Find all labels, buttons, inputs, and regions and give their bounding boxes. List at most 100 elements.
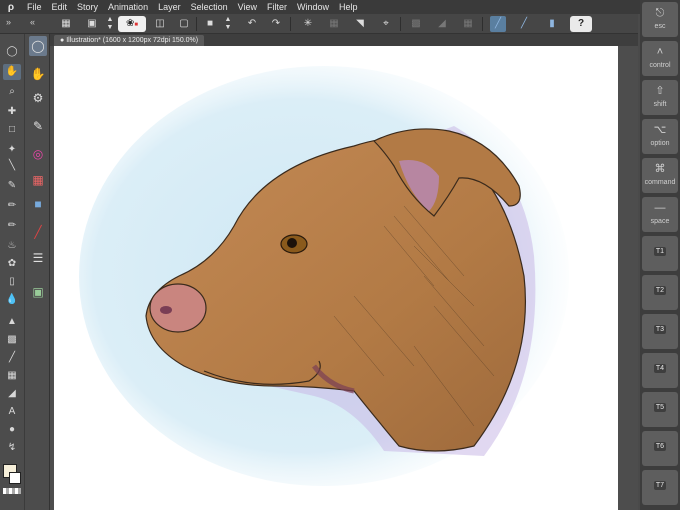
transform-icon[interactable]: ▦ (326, 16, 342, 32)
menu-layer[interactable]: Layer (153, 2, 186, 12)
stepper-icon[interactable]: ▲ ▼ (102, 16, 118, 32)
space-key[interactable]: — space (642, 197, 678, 232)
menu-selection[interactable]: Selection (186, 2, 233, 12)
space-icon: — (654, 202, 666, 214)
intermediate-color-icon[interactable]: ■ (29, 194, 47, 214)
pen-snap-icon[interactable]: ╱ (516, 16, 532, 32)
t1-key[interactable]: T1 (642, 236, 678, 271)
eyedropper-icon[interactable]: ╲ (3, 158, 21, 174)
esc-key[interactable]: ⎋ esc (642, 2, 678, 37)
crop-icon[interactable]: ⌖ (378, 16, 394, 32)
menu-filter[interactable]: Filter (262, 2, 292, 12)
figure-icon[interactable]: ╱ (3, 350, 21, 366)
ruler-icon[interactable]: ◢ (3, 386, 21, 402)
esc-key-label: esc (654, 23, 666, 30)
menu-edit[interactable]: Edit (47, 2, 73, 12)
frame-icon[interactable]: ▦ (3, 368, 21, 384)
t6-key[interactable]: T6 (642, 431, 678, 466)
selection-icon[interactable]: □ (3, 122, 21, 138)
grid-icon[interactable]: ▦ (58, 16, 74, 32)
balloon-icon[interactable]: ● (3, 422, 21, 438)
hand-icon[interactable]: ✋ (3, 64, 21, 80)
command-key[interactable]: ⌘ command (642, 158, 678, 193)
clear-icon[interactable]: ◥ (352, 16, 368, 32)
t3-key[interactable]: T3 (642, 314, 678, 349)
brush-snap-icon[interactable]: ▮ (544, 16, 560, 32)
option-key[interactable]: ⌥ option (642, 119, 678, 154)
lasso-icon[interactable]: ❀■ (118, 16, 146, 32)
save-icon[interactable]: ■ (202, 16, 218, 32)
t3-key-label: T3 (653, 325, 667, 334)
t2-key[interactable]: T2 (642, 275, 678, 310)
eraser-icon[interactable]: ▯ (3, 274, 21, 290)
t5-key[interactable]: T5 (642, 392, 678, 427)
command-key-label: command (644, 179, 676, 186)
move-icon[interactable]: ✚ (3, 104, 21, 120)
sub-color-swatch[interactable] (9, 472, 21, 484)
t4-key[interactable]: T4 (642, 353, 678, 388)
menu-window[interactable]: Window (292, 2, 334, 12)
ruler-snap-icon[interactable]: ╱ (490, 16, 506, 32)
toolbar-separator (196, 17, 197, 31)
material-icon[interactable]: ▣ (29, 282, 47, 302)
rule-icon[interactable]: ▦ (460, 16, 476, 32)
color-wheel-icon[interactable]: ◎ (29, 144, 47, 164)
t7-key-label: T7 (653, 481, 667, 490)
control-icon: ˄ (656, 46, 664, 58)
transparent-color-icon[interactable] (3, 488, 21, 494)
pen-icon[interactable]: ✎ (3, 178, 21, 194)
correct-line-icon[interactable]: ↯ (3, 440, 21, 456)
gradient-icon[interactable]: ▩ (3, 332, 21, 348)
tool-panel-header: » « (0, 14, 50, 34)
menu-animation[interactable]: Animation (103, 2, 153, 12)
color-set-icon[interactable]: ▦ (29, 170, 47, 190)
new-icon[interactable]: ◫ (152, 16, 168, 32)
control-key[interactable]: ˄ control (642, 41, 678, 76)
help-icon[interactable]: ? (570, 16, 592, 32)
zoom-icon[interactable]: ⌕ (3, 84, 21, 100)
t7-key[interactable]: T7 (642, 470, 678, 505)
shift-key[interactable]: ⇧ shift (642, 80, 678, 115)
canvas[interactable] (54, 46, 618, 510)
text-icon[interactable]: A (3, 404, 21, 420)
navigator-icon[interactable]: ◯ (29, 36, 47, 56)
menu-story[interactable]: Story (72, 2, 103, 12)
collapse-left-icon[interactable]: « (30, 17, 35, 27)
fit-icon[interactable]: ▣ (84, 16, 100, 32)
shift-icon: ⇧ (655, 85, 665, 97)
undo-icon[interactable]: ↶ (244, 16, 260, 32)
loading-icon[interactable]: ✳ (300, 16, 316, 32)
airbrush-icon[interactable]: ♨ (3, 238, 21, 254)
open-icon[interactable]: ▢ (176, 16, 192, 32)
illustration (79, 66, 569, 486)
collapse-right-icon[interactable]: » (6, 17, 11, 27)
magic-wand-icon[interactable]: ✦ (3, 142, 21, 158)
stepper-icon[interactable]: ▲ ▼ (220, 16, 236, 32)
menu-view[interactable]: View (233, 2, 262, 12)
toolbar-separator (400, 17, 401, 31)
select-icon[interactable]: ◢ (434, 16, 450, 32)
document-tab[interactable]: ● Illustration* (1600 x 1200px 72dpi 150… (54, 35, 205, 46)
view-icon[interactable]: ◯ (3, 44, 21, 60)
t5-key-label: T5 (653, 403, 667, 412)
t4-key-label: T4 (653, 364, 667, 373)
fill-icon[interactable]: ▲ (3, 314, 21, 330)
brush-size-icon[interactable]: ✎ (29, 116, 47, 136)
canvas-area[interactable] (50, 46, 638, 510)
tool-settings-icon[interactable]: ⚙ (29, 88, 47, 108)
pupil (287, 238, 297, 248)
approximate-color-icon[interactable]: ╱ (29, 222, 47, 242)
layer-icon[interactable]: ☰ (29, 248, 47, 268)
menu-file[interactable]: File (22, 2, 47, 12)
menu-help[interactable]: Help (334, 2, 363, 12)
decoration-icon[interactable]: ✿ (3, 256, 21, 272)
blend-icon[interactable]: 💧 (3, 292, 21, 308)
esc-icon: ⎋ (655, 7, 665, 19)
brush-icon[interactable]: ✏ (3, 218, 21, 234)
fill-icon[interactable]: ▩ (408, 16, 424, 32)
option-key-label: option (650, 140, 670, 147)
pencil-icon[interactable]: ✏ (3, 198, 21, 214)
app-logo-icon[interactable]: ρ (0, 2, 22, 13)
redo-icon[interactable]: ↷ (268, 16, 284, 32)
hand-icon[interactable]: ✋ (29, 64, 47, 84)
